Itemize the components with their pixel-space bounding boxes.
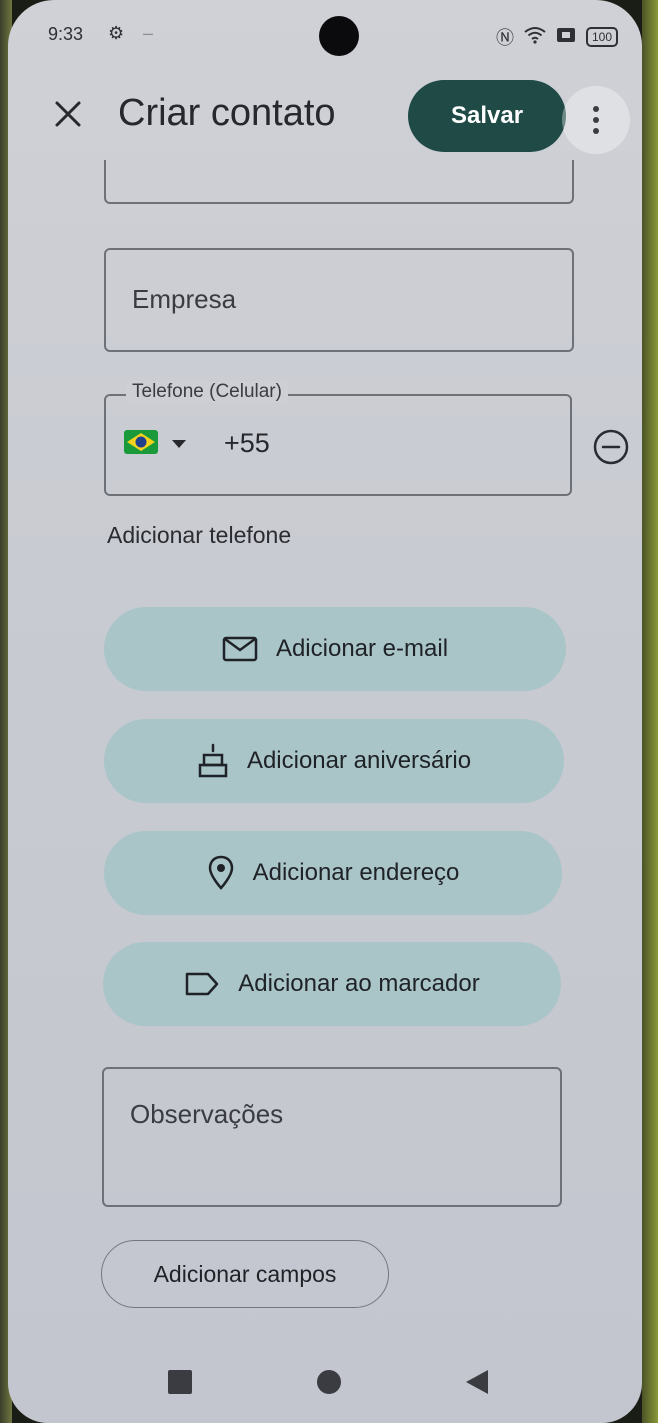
add-email-label: Adicionar e-mail: [275, 635, 449, 662]
add-to-label-text: Adicionar ao marcador: [238, 970, 480, 997]
device-bezel-right: [642, 0, 658, 1423]
add-phone-link[interactable]: Adicionar telefone: [107, 522, 291, 549]
notes-placeholder: Observações: [130, 1099, 284, 1129]
front-camera: [319, 16, 359, 56]
status-time: 9:33: [48, 24, 84, 44]
add-birthday-button[interactable]: Adicionar aniversário: [104, 719, 564, 803]
country-dropdown-icon[interactable]: [172, 440, 186, 448]
recents-nav-button[interactable]: [168, 1370, 192, 1394]
add-address-label: Adicionar endereço: [252, 859, 460, 886]
brazil-flag-icon[interactable]: [124, 430, 158, 454]
sim-icon: [556, 26, 576, 49]
cake-icon: [198, 743, 228, 778]
save-button[interactable]: Salvar: [408, 80, 566, 152]
battery-indicator: 100: [585, 27, 618, 47]
remove-phone-button[interactable]: [592, 428, 630, 471]
add-email-button[interactable]: Adicionar e-mail: [104, 607, 566, 691]
add-fields-button[interactable]: Adicionar campos: [101, 1240, 389, 1308]
company-field[interactable]: Empresa: [104, 248, 574, 352]
phone-number-value: +55: [224, 428, 270, 458]
phone-screen: 9:33 ⚙ – Ⓝ 100 Criar contato Salvar Empr…: [8, 0, 642, 1423]
label-tag-icon: [186, 972, 219, 996]
add-address-button[interactable]: Adicionar endereço: [104, 831, 562, 915]
email-icon: [222, 636, 258, 662]
settings-status-icon: ⚙: [108, 23, 125, 43]
add-to-label-button[interactable]: Adicionar ao marcador: [103, 942, 561, 1026]
location-pin-icon: [208, 855, 233, 890]
more-vert-icon: [593, 106, 599, 134]
previous-field[interactable]: [104, 160, 574, 204]
home-nav-button[interactable]: [317, 1370, 341, 1394]
phone-field[interactable]: Telefone (Celular) +55: [104, 381, 572, 496]
status-dash-icon: –: [143, 23, 154, 43]
close-button[interactable]: [46, 92, 90, 136]
remove-circle-icon: [593, 429, 629, 465]
page-title: Criar contato: [118, 92, 336, 134]
phone-field-label: Telefone (Celular): [126, 381, 288, 403]
company-placeholder: Empresa: [132, 284, 237, 314]
wifi-icon: [524, 26, 546, 49]
add-birthday-label: Adicionar aniversário: [246, 747, 472, 774]
close-icon: [55, 101, 81, 127]
back-nav-icon[interactable]: [464, 1368, 490, 1396]
notes-field[interactable]: Observações: [102, 1067, 562, 1207]
status-icons: Ⓝ 100: [496, 24, 618, 50]
more-options-button[interactable]: [562, 86, 630, 154]
nfc-icon: Ⓝ: [495, 28, 514, 48]
